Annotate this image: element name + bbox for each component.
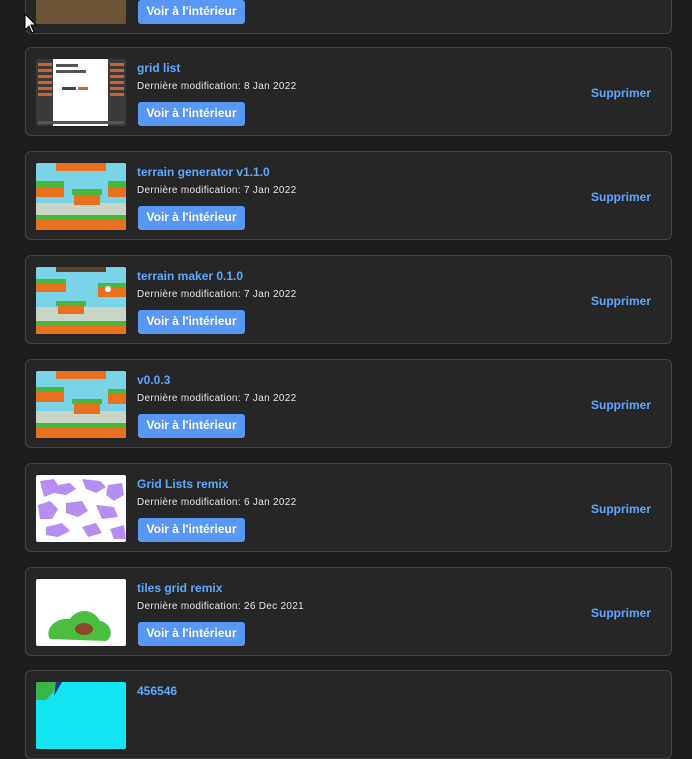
open-project-button[interactable]: Voir à l'intérieur — [138, 310, 245, 334]
delete-project-link[interactable]: Supprimer — [591, 294, 651, 308]
project-title[interactable]: 456546 — [137, 684, 177, 698]
delete-project-link[interactable]: Supprimer — [591, 86, 651, 100]
project-card: 456546 — [25, 670, 672, 759]
last-modified-value: 8 Jan 2022 — [243, 81, 297, 92]
delete-project-link[interactable]: Supprimer — [591, 502, 651, 516]
project-thumbnail[interactable] — [36, 163, 126, 230]
project-card: Grid Lists remix Dernière modification: … — [25, 463, 672, 552]
project-card: terrain generator v1.1.0 Dernière modifi… — [25, 151, 672, 240]
last-modified-value: 7 Jan 2022 — [243, 289, 297, 300]
project-title[interactable]: terrain maker 0.1.0 — [137, 269, 243, 283]
last-modified: Dernière modification: 7 Jan 2022 — [137, 185, 296, 196]
last-modified: Dernière modification: 7 Jan 2022 — [137, 393, 296, 404]
project-title[interactable]: tiles grid remix — [137, 581, 222, 595]
open-project-button[interactable]: Voir à l'intérieur — [138, 0, 245, 24]
last-modified-value: 7 Jan 2022 — [243, 185, 297, 196]
delete-project-link[interactable]: Supprimer — [591, 398, 651, 412]
project-card: tiles grid remix Dernière modification: … — [25, 567, 672, 656]
last-modified: Dernière modification: 26 Dec 2021 — [137, 601, 304, 612]
project-card: v0.0.3 Dernière modification: 7 Jan 2022… — [25, 359, 672, 448]
open-project-button[interactable]: Voir à l'intérieur — [138, 622, 245, 646]
mouse-cursor-icon — [24, 13, 38, 34]
project-title[interactable]: grid list — [137, 61, 180, 75]
last-modified-label: Dernière modification: — [137, 497, 241, 508]
project-title[interactable]: terrain generator v1.1.0 — [137, 165, 270, 179]
open-project-button[interactable]: Voir à l'intérieur — [138, 518, 245, 542]
open-project-button[interactable]: Voir à l'intérieur — [138, 206, 245, 230]
delete-project-link[interactable]: Supprimer — [591, 190, 651, 204]
open-project-button[interactable]: Voir à l'intérieur — [138, 414, 245, 438]
last-modified-value: 26 Dec 2021 — [243, 601, 304, 612]
last-modified: Dernière modification: 7 Jan 2022 — [137, 289, 296, 300]
last-modified-label: Dernière modification: — [137, 393, 241, 404]
last-modified-label: Dernière modification: — [137, 601, 241, 612]
project-title[interactable]: Grid Lists remix — [137, 477, 228, 491]
last-modified-label: Dernière modification: — [137, 185, 241, 196]
project-thumbnail[interactable] — [36, 59, 126, 126]
last-modified-label: Dernière modification: — [137, 81, 241, 92]
last-modified-value: 6 Jan 2022 — [243, 497, 297, 508]
project-thumbnail[interactable] — [36, 0, 126, 24]
project-card: terrain maker 0.1.0 Dernière modificatio… — [25, 255, 672, 344]
open-project-button[interactable]: Voir à l'intérieur — [138, 102, 245, 126]
last-modified-label: Dernière modification: — [137, 289, 241, 300]
last-modified: Dernière modification: 6 Jan 2022 — [137, 497, 296, 508]
project-thumbnail[interactable] — [36, 579, 126, 646]
last-modified: Dernière modification: 8 Jan 2022 — [137, 81, 296, 92]
project-thumbnail[interactable] — [36, 371, 126, 438]
last-modified-value: 7 Jan 2022 — [243, 393, 297, 404]
project-card: Voir à l'intérieur — [25, 0, 672, 34]
delete-project-link[interactable]: Supprimer — [591, 606, 651, 620]
project-thumbnail[interactable] — [36, 267, 126, 334]
project-title[interactable]: v0.0.3 — [137, 373, 170, 387]
project-card: grid list Dernière modification: 8 Jan 2… — [25, 47, 672, 136]
project-thumbnail[interactable] — [36, 475, 126, 542]
project-thumbnail[interactable] — [36, 682, 126, 749]
